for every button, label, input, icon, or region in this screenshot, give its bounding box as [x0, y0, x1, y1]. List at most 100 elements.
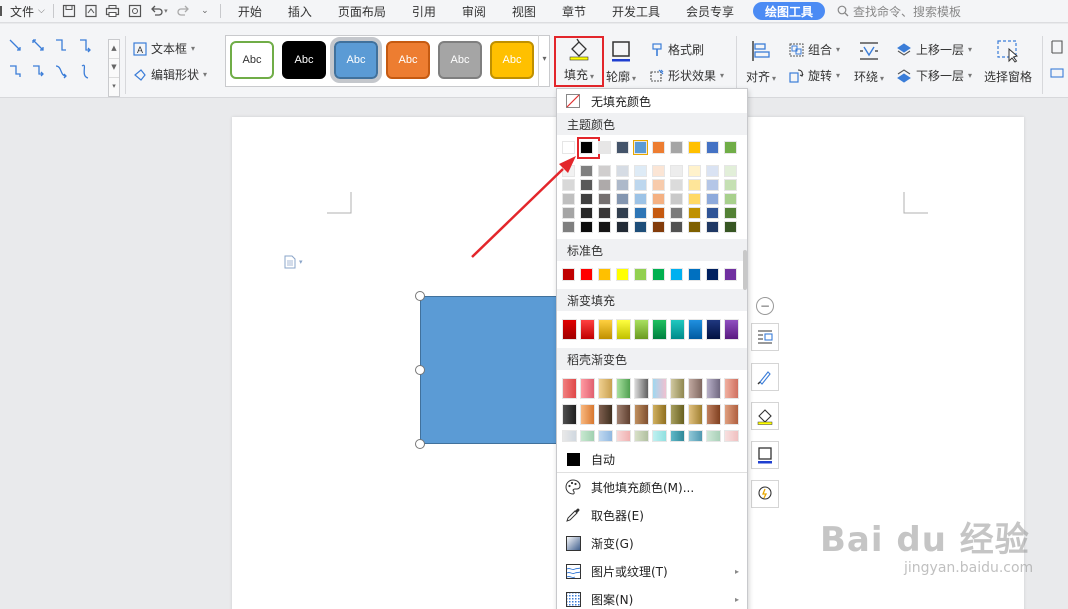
- print-preview-icon[interactable]: [124, 0, 146, 23]
- resize-handle-top-left[interactable]: [415, 291, 425, 301]
- auto-color-option[interactable]: 自动: [557, 447, 747, 471]
- theme-shade-swatch[interactable]: [652, 207, 665, 219]
- tab-review[interactable]: 审阅: [449, 0, 499, 23]
- gradient-color-swatch[interactable]: [562, 319, 577, 340]
- theme-color-swatch[interactable]: [616, 141, 629, 154]
- pattern-option[interactable]: 图案(N) ▸: [557, 587, 747, 609]
- theme-shade-swatch[interactable]: [562, 221, 575, 233]
- gradient-color-swatch[interactable]: [634, 319, 649, 340]
- daoke-gradient-swatch[interactable]: [688, 378, 703, 399]
- theme-color-swatch[interactable]: [688, 141, 701, 154]
- more-fill-colors-option[interactable]: 其他填充颜色(M)...: [557, 475, 747, 499]
- resize-handle-bottom-left[interactable]: [415, 439, 425, 449]
- gradient-color-swatch[interactable]: [706, 319, 721, 340]
- textbox-button[interactable]: A 文本框 ▾: [133, 40, 195, 57]
- theme-shade-swatch[interactable]: [688, 165, 701, 177]
- standard-color-swatch[interactable]: [598, 268, 611, 281]
- theme-shade-swatch[interactable]: [580, 221, 593, 233]
- theme-shade-swatch[interactable]: [724, 207, 737, 219]
- theme-shade-swatch[interactable]: [634, 193, 647, 205]
- theme-shade-swatch[interactable]: [706, 221, 719, 233]
- rotate-button[interactable]: 旋转 ▾: [789, 67, 840, 84]
- daoke-gradient-swatch[interactable]: [580, 404, 595, 425]
- gradient-color-swatch[interactable]: [580, 319, 595, 340]
- daoke-gradient-swatch[interactable]: [724, 430, 739, 442]
- daoke-gradient-swatch[interactable]: [634, 430, 649, 442]
- gradient-color-swatch[interactable]: [616, 319, 631, 340]
- daoke-gradient-swatch[interactable]: [652, 430, 667, 442]
- daoke-gradient-swatch[interactable]: [598, 404, 613, 425]
- theme-shade-swatch[interactable]: [724, 221, 737, 233]
- standard-color-swatch[interactable]: [634, 268, 647, 281]
- daoke-gradient-swatch[interactable]: [724, 378, 739, 399]
- theme-shade-swatch[interactable]: [598, 207, 611, 219]
- save-icon[interactable]: [58, 0, 80, 23]
- standard-color-swatch[interactable]: [616, 268, 629, 281]
- standard-color-swatch[interactable]: [670, 268, 683, 281]
- theme-shade-swatch[interactable]: [670, 221, 683, 233]
- daoke-gradient-swatch[interactable]: [670, 378, 685, 399]
- tab-view[interactable]: 视图: [499, 0, 549, 23]
- standard-color-swatch[interactable]: [724, 268, 737, 281]
- daoke-gradient-swatch[interactable]: [670, 404, 685, 425]
- expand-gallery-icon[interactable]: ▾: [109, 78, 119, 97]
- gradient-option[interactable]: 渐变(G): [557, 531, 747, 555]
- theme-shade-swatch[interactable]: [688, 221, 701, 233]
- scroll-up-icon[interactable]: ▲: [109, 40, 119, 59]
- style-gallery-expand-icon[interactable]: ▾: [538, 35, 550, 87]
- theme-color-swatch[interactable]: [562, 141, 575, 154]
- search-box[interactable]: 查找命令、搜索模板: [837, 3, 961, 20]
- customize-quick-access-icon[interactable]: ⌄: [194, 0, 216, 23]
- standard-color-swatch[interactable]: [580, 268, 593, 281]
- standard-color-swatch[interactable]: [652, 268, 665, 281]
- daoke-gradient-swatch[interactable]: [562, 378, 577, 399]
- theme-shade-swatch[interactable]: [652, 221, 665, 233]
- selection-pane-button[interactable]: 选择窗格: [982, 39, 1034, 85]
- daoke-gradient-swatch[interactable]: [652, 378, 667, 399]
- theme-shade-swatch[interactable]: [688, 193, 701, 205]
- theme-shade-swatch[interactable]: [706, 179, 719, 191]
- gradient-color-swatch[interactable]: [652, 319, 667, 340]
- gradient-color-swatch[interactable]: [724, 319, 739, 340]
- group-button[interactable]: 组合 ▾: [789, 41, 840, 58]
- undo-icon[interactable]: ▾: [146, 0, 172, 23]
- daoke-gradient-swatch[interactable]: [580, 378, 595, 399]
- eyedropper-option[interactable]: 取色器(E): [557, 503, 747, 527]
- theme-shade-swatch[interactable]: [670, 207, 683, 219]
- theme-shade-swatch[interactable]: [580, 179, 593, 191]
- resize-handle-middle-left[interactable]: [415, 365, 425, 375]
- theme-shade-swatch[interactable]: [724, 165, 737, 177]
- redo-icon[interactable]: [172, 0, 194, 23]
- theme-shade-swatch[interactable]: [634, 165, 647, 177]
- tab-references[interactable]: 引用: [399, 0, 449, 23]
- daoke-gradient-swatch[interactable]: [562, 430, 577, 442]
- theme-shade-swatch[interactable]: [580, 207, 593, 219]
- theme-shade-swatch[interactable]: [688, 179, 701, 191]
- shape-style-brush-icon[interactable]: [751, 363, 779, 391]
- gradient-color-swatch[interactable]: [598, 319, 613, 340]
- tab-drawing-tools[interactable]: 绘图工具: [752, 2, 825, 20]
- format-painter-button[interactable]: 格式刷: [650, 41, 704, 58]
- size-width-icon[interactable]: [1050, 66, 1064, 80]
- theme-shade-swatch[interactable]: [634, 221, 647, 233]
- tab-developer[interactable]: 开发工具: [599, 0, 673, 23]
- theme-shade-swatch[interactable]: [652, 165, 665, 177]
- daoke-gradient-swatch[interactable]: [562, 404, 577, 425]
- send-backward-button[interactable]: 下移一层 ▾: [897, 67, 972, 84]
- scroll-down-icon[interactable]: ▼: [109, 59, 119, 78]
- theme-color-swatch[interactable]: [724, 141, 737, 154]
- daoke-gradient-swatch[interactable]: [706, 378, 721, 399]
- theme-shade-swatch[interactable]: [688, 207, 701, 219]
- daoke-gradient-swatch[interactable]: [634, 378, 649, 399]
- theme-shade-swatch[interactable]: [706, 165, 719, 177]
- standard-color-swatch[interactable]: [562, 268, 575, 281]
- picture-texture-option[interactable]: 图片或纹理(T) ▸: [557, 559, 747, 583]
- theme-shade-swatch[interactable]: [634, 179, 647, 191]
- dropdown-scrollbar[interactable]: [743, 250, 747, 290]
- daoke-gradient-swatch[interactable]: [688, 404, 703, 425]
- paragraph-options-icon[interactable]: ▾: [284, 255, 303, 269]
- size-height-icon[interactable]: [1050, 40, 1064, 54]
- gradient-color-swatch[interactable]: [688, 319, 703, 340]
- collapse-toolbar-icon[interactable]: −: [756, 297, 774, 315]
- theme-color-swatch[interactable]: [652, 141, 665, 154]
